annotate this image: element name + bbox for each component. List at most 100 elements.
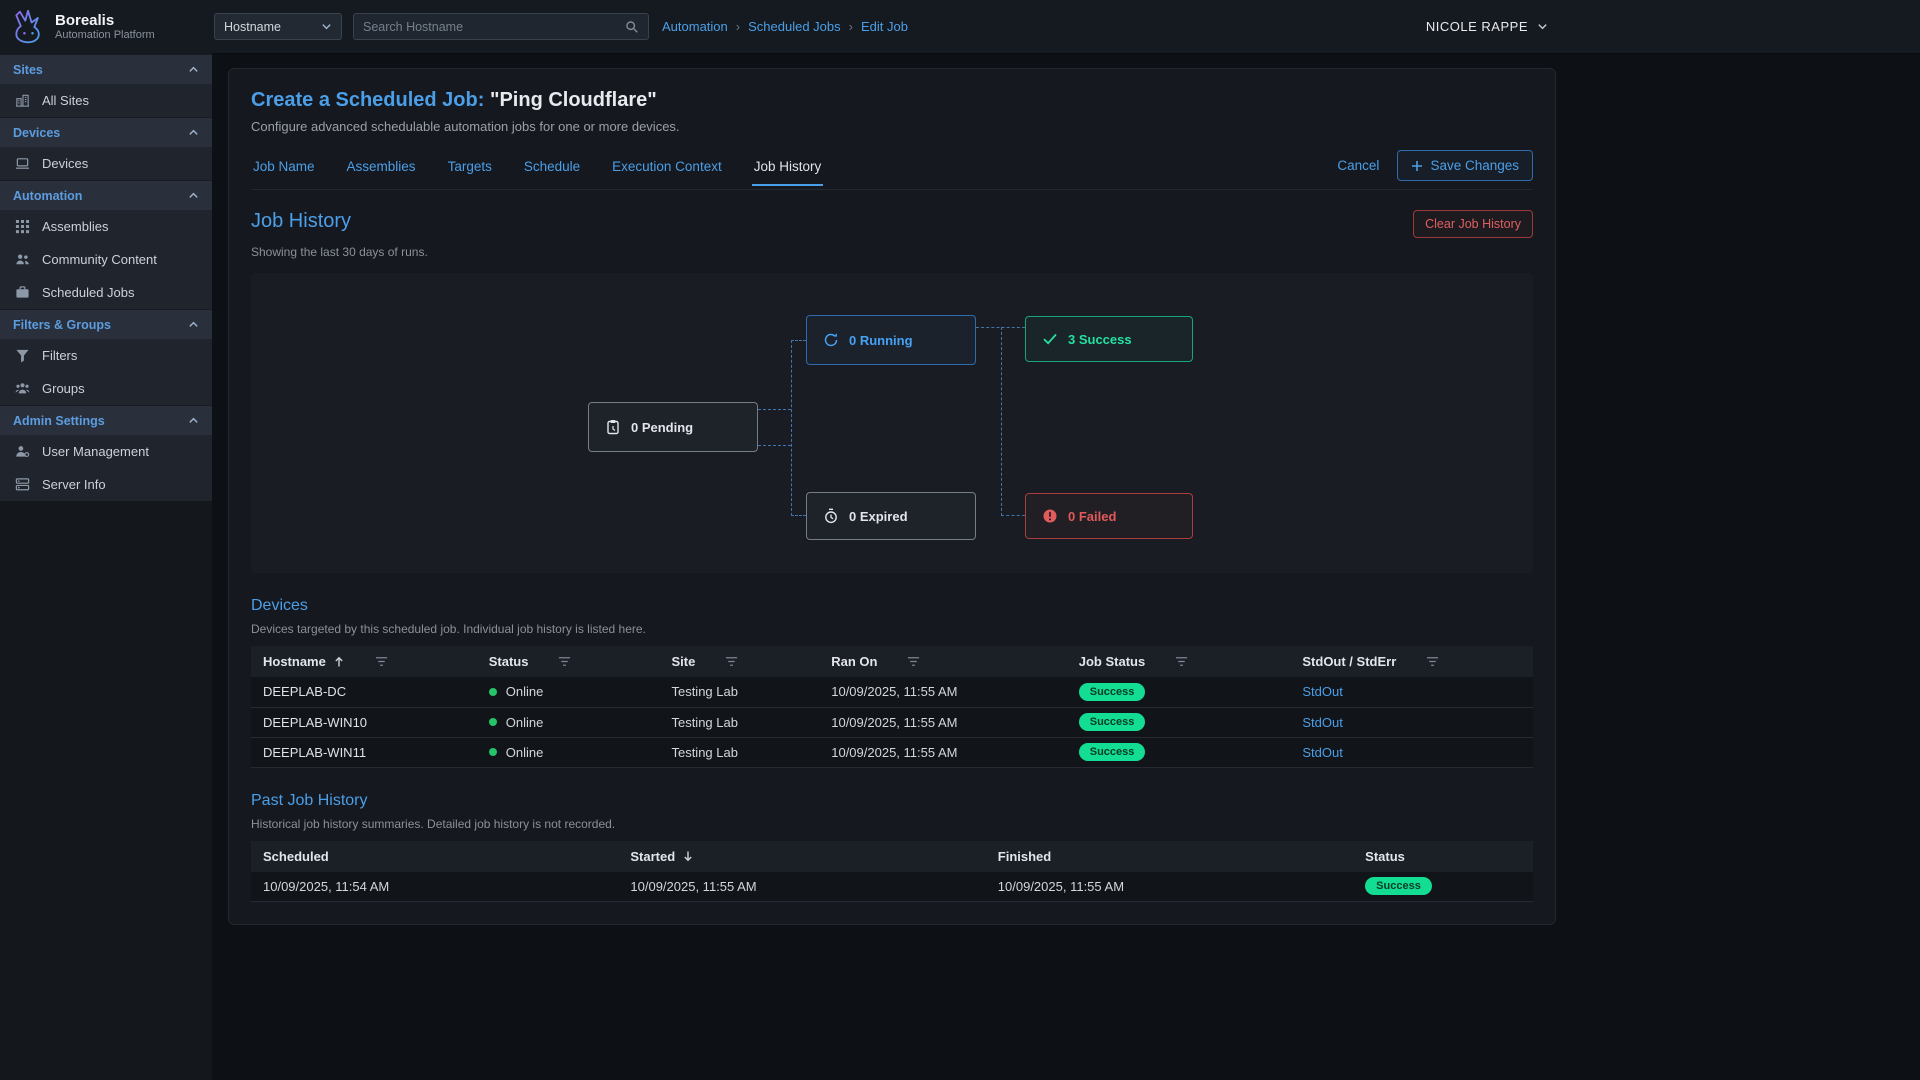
breadcrumb-separator: › [736, 19, 740, 34]
user-menu[interactable]: NICOLE RAPPE [1426, 19, 1548, 34]
stdout-link[interactable]: StdOut [1302, 684, 1342, 699]
column-header-site[interactable]: Site [659, 646, 819, 677]
sidebar-section-automation[interactable]: Automation [0, 180, 212, 210]
cell-site: Testing Lab [659, 707, 819, 737]
filter-icon[interactable] [375, 655, 388, 668]
cell-hostname: DEEPLAB-WIN10 [251, 707, 477, 737]
column-header-finished[interactable]: Finished [986, 841, 1353, 872]
tab-assemblies[interactable]: Assemblies [345, 153, 418, 186]
sidebar-item-user-management[interactable]: User Management [0, 435, 212, 468]
status-badge: Success [1079, 743, 1146, 761]
chevron-up-icon [188, 64, 199, 75]
funnel-icon [15, 348, 30, 363]
people-icon [15, 252, 30, 267]
filter-icon[interactable] [558, 655, 571, 668]
table-row: 10/09/2025, 11:54 AM 10/09/2025, 11:55 A… [251, 872, 1533, 902]
cell-status: Online [477, 677, 660, 707]
sidebar-item-scheduled-jobs[interactable]: Scheduled Jobs [0, 276, 212, 309]
column-header-stdout[interactable]: StdOut / StdErr [1290, 646, 1533, 677]
tab-bar: Job Name Assemblies Targets Schedule Exe… [251, 150, 1533, 190]
cell-site: Testing Lab [659, 737, 819, 767]
connector-line [791, 340, 792, 516]
sidebar-item-filters[interactable]: Filters [0, 339, 212, 372]
tab-execution-context[interactable]: Execution Context [610, 153, 724, 186]
cell-scheduled: 10/09/2025, 11:54 AM [251, 872, 618, 902]
cell-ran-on: 10/09/2025, 11:55 AM [819, 677, 1067, 707]
save-changes-button[interactable]: Save Changes [1397, 150, 1533, 181]
sidebar-item-label: Groups [42, 381, 85, 396]
chevron-up-icon [188, 190, 199, 201]
status-badge: Success [1079, 683, 1146, 701]
sidebar-item-all-sites[interactable]: All Sites [0, 84, 212, 117]
cancel-button[interactable]: Cancel [1337, 158, 1379, 173]
cell-status: Success [1353, 872, 1533, 902]
sidebar-item-server-info[interactable]: Server Info [0, 468, 212, 501]
sidebar-item-assemblies[interactable]: Assemblies [0, 210, 212, 243]
column-header-hostname[interactable]: Hostname [251, 646, 477, 677]
breadcrumb-scheduled-jobs[interactable]: Scheduled Jobs [748, 19, 841, 34]
chevron-down-icon [1537, 21, 1548, 32]
tab-targets[interactable]: Targets [446, 153, 494, 186]
column-header-started[interactable]: Started [618, 841, 985, 872]
chevron-down-icon [321, 21, 332, 32]
section-title: Automation [13, 189, 82, 203]
column-header-ran-on[interactable]: Ran On [819, 646, 1067, 677]
column-header-scheduled[interactable]: Scheduled [251, 841, 618, 872]
grid-icon [15, 219, 30, 234]
sidebar-item-groups[interactable]: Groups [0, 372, 212, 405]
cell-job-status: Success [1067, 737, 1291, 767]
status-text: Online [506, 684, 544, 699]
sort-descending-icon [682, 850, 694, 862]
search-icon[interactable] [625, 20, 639, 34]
column-label: Finished [998, 849, 1051, 864]
laptop-icon [15, 156, 30, 171]
column-header-job-status[interactable]: Job Status [1067, 646, 1291, 677]
server-icon [15, 477, 30, 492]
filter-icon[interactable] [1175, 655, 1188, 668]
filter-icon[interactable] [725, 655, 738, 668]
search-input[interactable] [363, 20, 625, 34]
building-icon [15, 93, 30, 108]
cell-stdout: StdOut [1290, 737, 1533, 767]
column-header-status[interactable]: Status [1353, 841, 1533, 872]
cell-job-status: Success [1067, 707, 1291, 737]
past-job-history-subtext: Historical job history summaries. Detail… [251, 817, 1533, 831]
column-header-status[interactable]: Status [477, 646, 660, 677]
topbar: Hostname Automation › Scheduled Jobs › E… [212, 0, 1920, 54]
tab-job-name[interactable]: Job Name [251, 153, 317, 186]
tab-schedule[interactable]: Schedule [522, 153, 582, 186]
sidebar-item-label: Assemblies [42, 219, 108, 234]
sidebar-section-devices[interactable]: Devices [0, 117, 212, 147]
column-label: StdOut / StdErr [1302, 654, 1396, 669]
job-history-subtext: Showing the last 30 days of runs. [251, 245, 1533, 259]
breadcrumb-edit-job[interactable]: Edit Job [861, 19, 908, 34]
user-name: NICOLE RAPPE [1426, 19, 1528, 34]
sidebar-section-sites[interactable]: Sites [0, 54, 212, 84]
user-gear-icon [15, 444, 30, 459]
job-history-header: Job History Clear Job History [251, 210, 1533, 238]
column-label: Scheduled [263, 849, 329, 864]
filter-icon[interactable] [907, 655, 920, 668]
expired-status-box: 0 Expired [806, 492, 976, 540]
clear-job-history-button[interactable]: Clear Job History [1413, 210, 1533, 238]
page-title-job-name: "Ping Cloudflare" [490, 89, 657, 111]
briefcase-icon [15, 285, 30, 300]
breadcrumb-automation[interactable]: Automation [662, 19, 728, 34]
sidebar-item-devices[interactable]: Devices [0, 147, 212, 180]
stdout-link[interactable]: StdOut [1302, 715, 1342, 730]
sidebar-nav: Sites All Sites Devices Devices Automati… [0, 54, 212, 501]
tab-job-history[interactable]: Job History [752, 153, 824, 186]
online-dot [489, 718, 497, 726]
sidebar-item-label: Scheduled Jobs [42, 285, 135, 300]
sidebar-section-admin-settings[interactable]: Admin Settings [0, 405, 212, 435]
sidebar-section-filters-groups[interactable]: Filters & Groups [0, 309, 212, 339]
hostname-select[interactable]: Hostname [214, 13, 342, 40]
failed-status-box: 0 Failed [1025, 493, 1193, 539]
filter-icon[interactable] [1426, 655, 1439, 668]
running-status-box: 0 Running [806, 315, 976, 365]
app-logo[interactable]: Borealis Automation Platform [0, 0, 212, 54]
chevron-up-icon [188, 127, 199, 138]
sidebar-item-community-content[interactable]: Community Content [0, 243, 212, 276]
cell-started: 10/09/2025, 11:55 AM [618, 872, 985, 902]
stdout-link[interactable]: StdOut [1302, 745, 1342, 760]
